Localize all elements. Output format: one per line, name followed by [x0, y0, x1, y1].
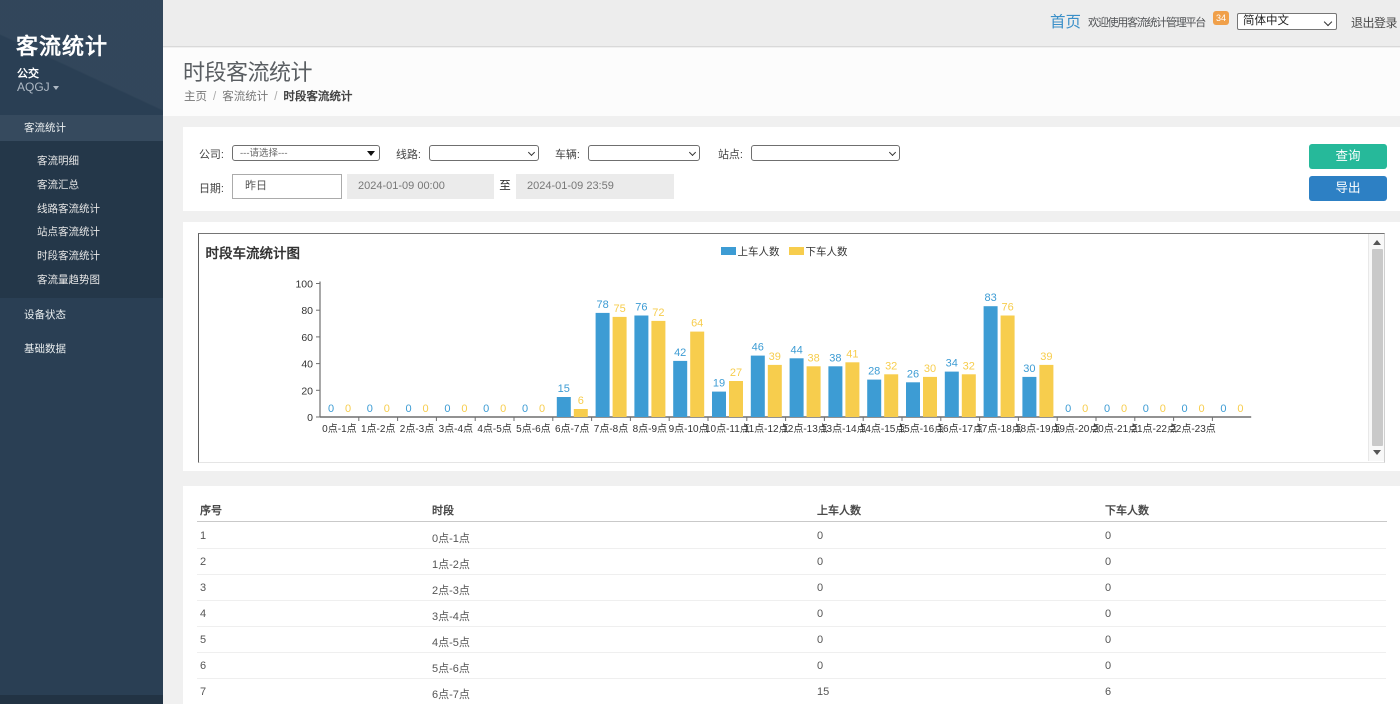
svg-text:78: 78 — [596, 299, 608, 311]
svg-text:100: 100 — [295, 279, 313, 291]
svg-text:0点-1点: 0点-1点 — [322, 423, 356, 435]
svg-text:0: 0 — [1198, 403, 1204, 415]
svg-text:46: 46 — [751, 342, 763, 354]
svg-text:64: 64 — [691, 318, 703, 330]
svg-text:1点-2点: 1点-2点 — [360, 423, 394, 435]
svg-text:20: 20 — [301, 385, 313, 397]
svg-text:44: 44 — [790, 344, 802, 356]
svg-text:4点-5点: 4点-5点 — [477, 423, 511, 435]
svg-text:0: 0 — [500, 403, 506, 415]
svg-text:3点-4点: 3点-4点 — [438, 423, 472, 435]
svg-text:22点-23点: 22点-23点 — [1170, 423, 1216, 435]
svg-text:40: 40 — [301, 359, 313, 371]
svg-text:0: 0 — [1181, 403, 1187, 415]
svg-text:60: 60 — [301, 332, 313, 344]
svg-text:0: 0 — [1065, 403, 1071, 415]
svg-text:27: 27 — [729, 367, 741, 379]
svg-text:0: 0 — [327, 403, 333, 415]
svg-text:8点-9点: 8点-9点 — [632, 423, 666, 435]
svg-text:76: 76 — [635, 302, 647, 314]
svg-text:7点-8点: 7点-8点 — [593, 423, 627, 435]
svg-text:72: 72 — [652, 307, 664, 319]
svg-text:0: 0 — [521, 403, 527, 415]
svg-text:19: 19 — [712, 378, 724, 390]
svg-text:0: 0 — [1159, 403, 1165, 415]
svg-text:38: 38 — [829, 352, 841, 364]
svg-text:0: 0 — [461, 403, 467, 415]
svg-text:39: 39 — [768, 351, 780, 363]
svg-text:26: 26 — [906, 368, 918, 380]
svg-text:0: 0 — [1082, 403, 1088, 415]
svg-text:30: 30 — [1023, 363, 1035, 375]
svg-text:6: 6 — [577, 395, 583, 407]
svg-text:83: 83 — [984, 292, 996, 304]
svg-text:0: 0 — [1120, 403, 1126, 415]
svg-text:0: 0 — [344, 403, 350, 415]
svg-text:30: 30 — [923, 363, 935, 375]
svg-text:6点-7点: 6点-7点 — [554, 423, 588, 435]
svg-text:34: 34 — [945, 358, 957, 370]
svg-text:2点-3点: 2点-3点 — [399, 423, 433, 435]
svg-text:42: 42 — [674, 347, 686, 359]
svg-text:0: 0 — [366, 403, 372, 415]
svg-text:0: 0 — [1142, 403, 1148, 415]
svg-text:80: 80 — [301, 305, 313, 317]
svg-text:28: 28 — [868, 366, 880, 378]
svg-text:38: 38 — [807, 352, 819, 364]
svg-text:5点-6点: 5点-6点 — [516, 423, 550, 435]
svg-text:0: 0 — [405, 403, 411, 415]
svg-text:0: 0 — [1220, 403, 1226, 415]
svg-text:41: 41 — [846, 348, 858, 360]
svg-text:39: 39 — [1040, 351, 1052, 363]
svg-text:0: 0 — [1103, 403, 1109, 415]
svg-text:76: 76 — [1001, 302, 1013, 314]
svg-text:0: 0 — [383, 403, 389, 415]
svg-text:32: 32 — [962, 360, 974, 372]
svg-text:75: 75 — [613, 303, 625, 315]
svg-text:0: 0 — [422, 403, 428, 415]
svg-text:0: 0 — [538, 403, 544, 415]
svg-text:9点-10点: 9点-10点 — [668, 423, 708, 435]
svg-text:32: 32 — [885, 360, 897, 372]
svg-text:0: 0 — [307, 412, 313, 424]
svg-text:0: 0 — [483, 403, 489, 415]
svg-text:0: 0 — [444, 403, 450, 415]
svg-text:15: 15 — [557, 383, 569, 395]
svg-text:0: 0 — [1237, 403, 1243, 415]
